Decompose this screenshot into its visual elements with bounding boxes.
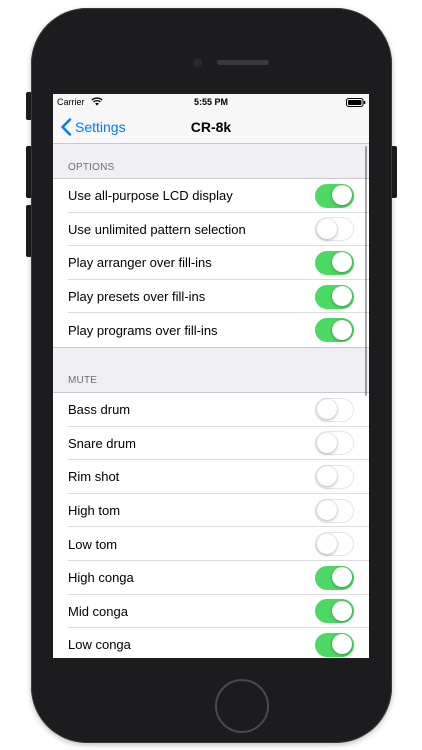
- setting-row-low-tom: Low tom: [53, 527, 369, 561]
- toggle-knob: [331, 286, 352, 307]
- setting-row-low-conga: Low conga: [53, 628, 369, 658]
- setting-label: Play arranger over fill-ins: [68, 255, 212, 271]
- setting-row-high-tom: High tom: [53, 494, 369, 528]
- screen: Carrier 5:55 PM Settings CR-8k OPTIONS U…: [53, 94, 369, 658]
- setting-label: Low tom: [68, 536, 118, 552]
- setting-label: Low conga: [68, 637, 131, 653]
- toggle-switch-use-unlimited-pattern-selection[interactable]: [315, 217, 354, 242]
- setting-label: Use all-purpose LCD display: [68, 188, 233, 204]
- mute-group: Bass drum Snare drum Rim shot High tom Low t…: [53, 391, 369, 658]
- setting-label: Play programs over fill-ins: [68, 322, 218, 338]
- toggle-switch-mid-conga[interactable]: [315, 599, 354, 624]
- battery-icon: [346, 98, 366, 107]
- setting-label: Bass drum: [68, 402, 131, 418]
- toggle-switch-play-arranger-over-fill-ins[interactable]: [315, 250, 354, 275]
- toggle-knob: [316, 399, 337, 420]
- toggle-switch-rim-shot[interactable]: [315, 464, 354, 489]
- page-title: CR-8k: [190, 119, 232, 135]
- toggle-knob: [316, 533, 337, 554]
- setting-row-bass-drum: Bass drum: [53, 393, 369, 427]
- toggle-knob: [331, 319, 352, 340]
- status-bar: Carrier 5:55 PM: [53, 94, 369, 110]
- toggle-switch-low-tom[interactable]: [315, 532, 354, 557]
- setting-row-rim-shot: Rim shot: [53, 460, 369, 494]
- toggle-knob: [331, 567, 352, 588]
- options-group: Use all-purpose LCD display Use unlimited…: [53, 178, 369, 348]
- setting-row-high-conga: High conga: [53, 561, 369, 595]
- setting-label: Use unlimited pattern selection: [68, 221, 246, 237]
- toggle-switch-high-conga[interactable]: [315, 565, 354, 590]
- toggle-switch-snare-drum[interactable]: [315, 431, 354, 456]
- setting-label: High conga: [68, 570, 134, 586]
- toggle-knob: [331, 600, 352, 621]
- navigation-bar: Settings CR-8k: [53, 110, 369, 144]
- toggle-switch-high-tom[interactable]: [315, 498, 354, 523]
- setting-label: Rim shot: [68, 469, 120, 485]
- toggle-switch-bass-drum[interactable]: [315, 397, 354, 422]
- setting-label: Snare drum: [68, 435, 136, 451]
- settings-table: OPTIONS Use all-purpose LCD display Use u…: [53, 144, 369, 658]
- toggle-knob: [316, 218, 337, 239]
- setting-row-mid-conga: Mid conga: [53, 595, 369, 629]
- setting-label: High tom: [68, 503, 121, 519]
- section-header-mute: MUTE: [68, 374, 98, 386]
- status-time: 5:55 PM: [193, 97, 228, 107]
- setting-label: Play presets over fill-ins: [68, 289, 206, 305]
- toggle-knob: [316, 500, 337, 521]
- toggle-switch-play-presets-over-fill-ins[interactable]: [315, 284, 354, 309]
- setting-row-play-programs-over-fill-ins: Play programs over fill-ins: [53, 313, 369, 347]
- toggle-knob: [331, 252, 352, 273]
- toggle-knob: [316, 466, 337, 487]
- setting-row-use-all-purpose-lcd-display: Use all-purpose LCD display: [53, 179, 369, 213]
- setting-label: Mid conga: [68, 603, 128, 619]
- toggle-switch-low-conga[interactable]: [315, 632, 354, 657]
- setting-row-use-unlimited-pattern-selection: Use unlimited pattern selection: [53, 213, 369, 247]
- home-button[interactable]: [215, 679, 269, 733]
- scroll-indicator[interactable]: [364, 146, 367, 396]
- toggle-switch-use-all-purpose-lcd-display[interactable]: [315, 183, 354, 208]
- setting-row-play-arranger-over-fill-ins: Play arranger over fill-ins: [53, 246, 369, 280]
- setting-row-snare-drum: Snare drum: [53, 427, 369, 461]
- toggle-knob: [316, 432, 337, 453]
- setting-row-play-presets-over-fill-ins: Play presets over fill-ins: [53, 280, 369, 314]
- toggle-switch-play-programs-over-fill-ins[interactable]: [315, 318, 354, 343]
- front-camera: [193, 58, 202, 67]
- toggle-knob: [331, 185, 352, 206]
- toggle-knob: [331, 634, 352, 655]
- earpiece-speaker: [217, 60, 269, 65]
- section-header-options: OPTIONS: [68, 162, 115, 173]
